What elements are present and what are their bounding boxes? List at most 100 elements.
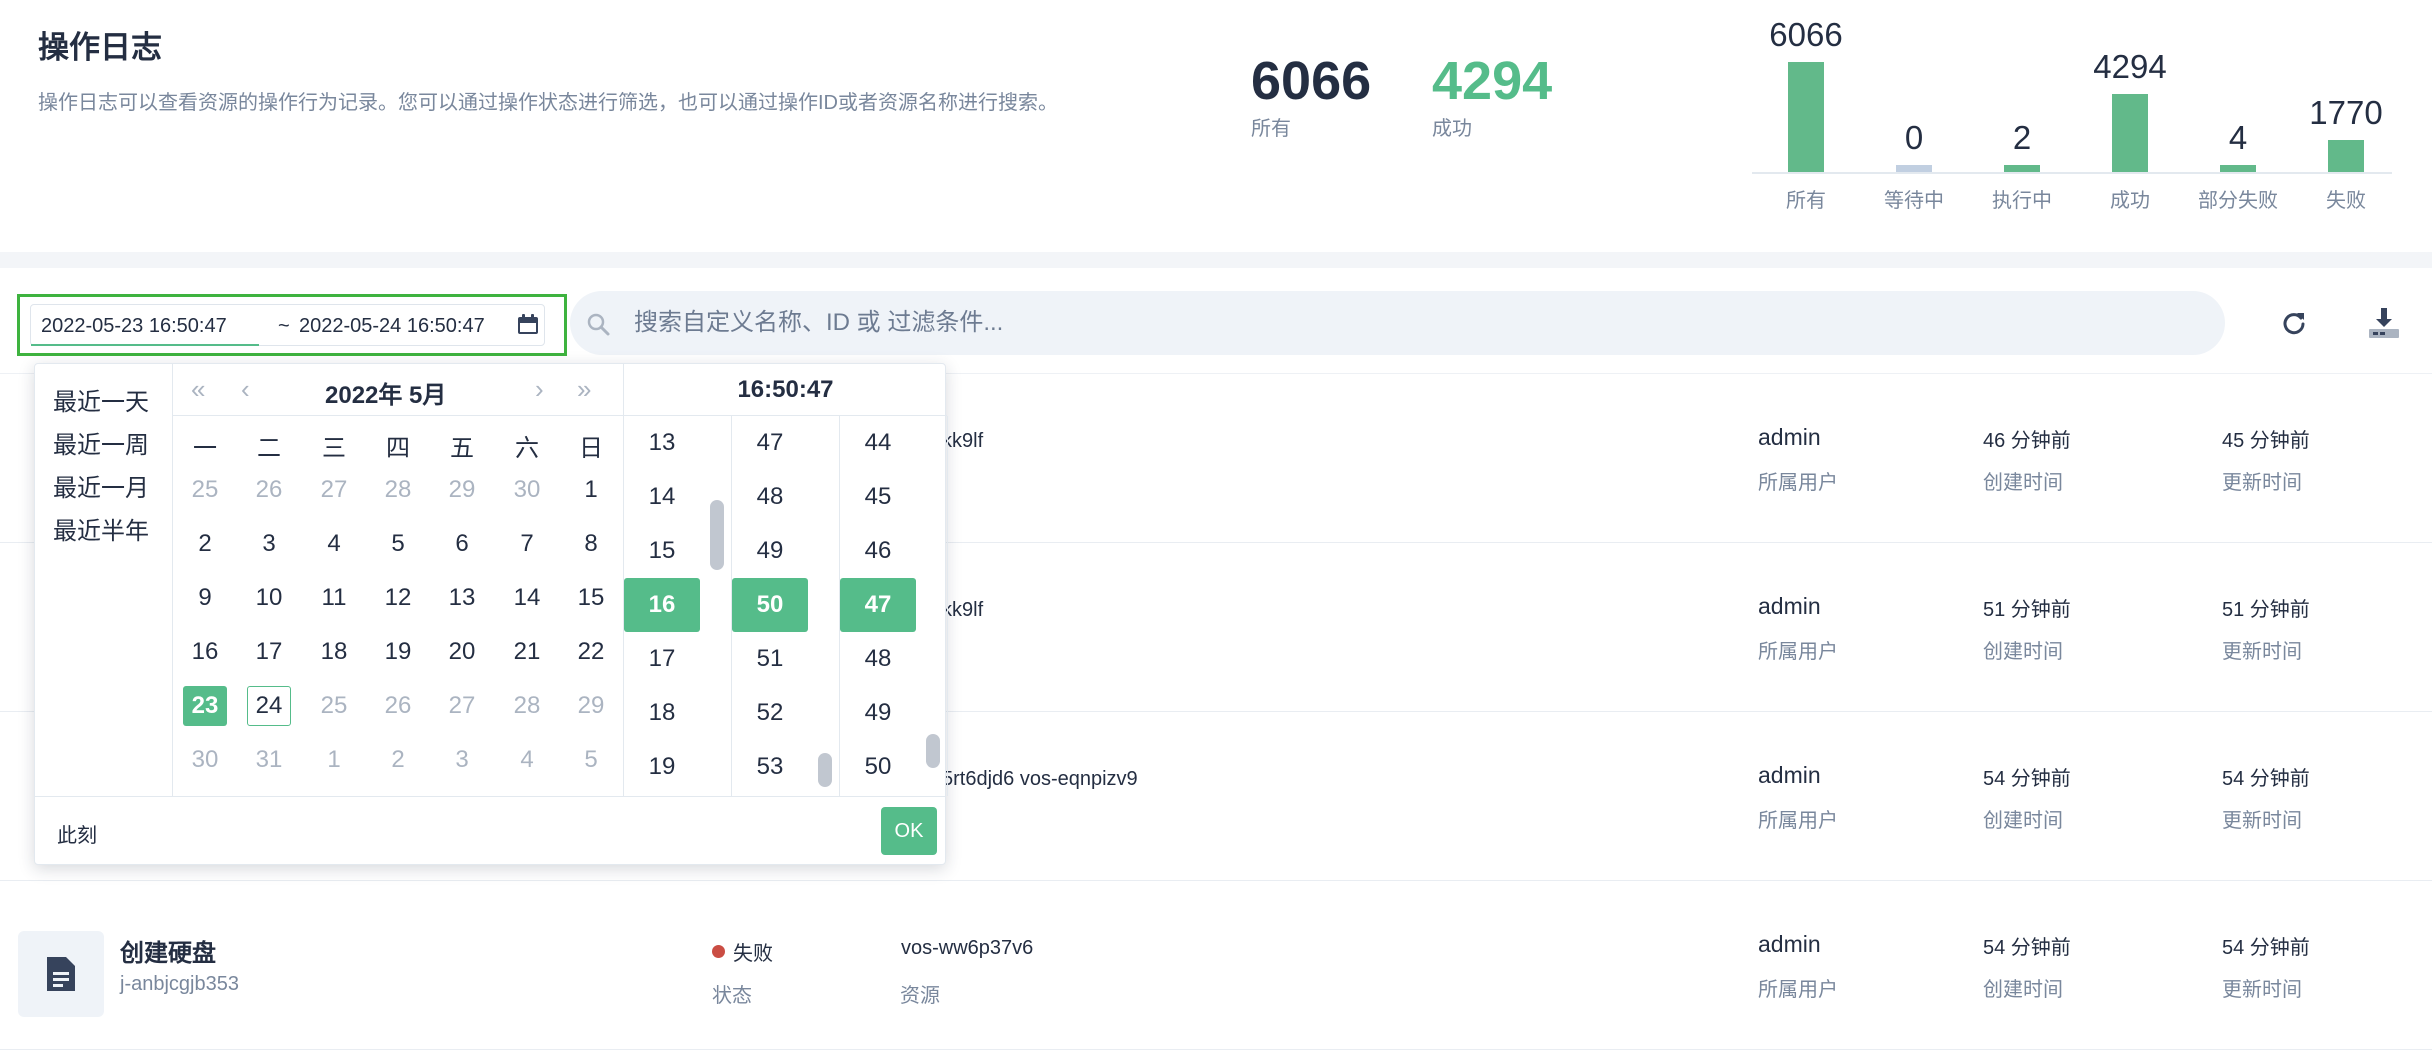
calendar-day[interactable]: 17: [247, 632, 291, 672]
scrollbar-thumb[interactable]: [710, 500, 724, 570]
calendar-day[interactable]: 13: [440, 578, 484, 618]
next-year-icon[interactable]: »: [577, 374, 591, 405]
time-option[interactable]: 47: [840, 578, 916, 632]
time-option[interactable]: 50: [732, 578, 808, 632]
time-option[interactable]: 46: [840, 524, 916, 578]
date-range-picker[interactable]: 2022-05-23 16:50:47 ~ 2022-05-24 16:50:4…: [17, 294, 567, 356]
hour-column[interactable]: 13 14 15 16 17 18 19: [624, 416, 732, 796]
calendar-day[interactable]: 3: [440, 740, 484, 780]
calendar-day[interactable]: 23: [183, 686, 227, 726]
calendar-day[interactable]: 4: [505, 740, 549, 780]
calendar-day[interactable]: 18: [312, 632, 356, 672]
calendar-day[interactable]: 8: [569, 524, 613, 564]
calendar-day[interactable]: 15: [569, 578, 613, 618]
calendar-day[interactable]: 6: [440, 524, 484, 564]
time-option[interactable]: 50: [840, 740, 916, 794]
calendar-day[interactable]: 26: [247, 470, 291, 510]
time-option[interactable]: 53: [732, 740, 808, 794]
date-end[interactable]: 2022-05-24 16:50:47: [299, 315, 485, 338]
calendar-day[interactable]: 1: [312, 740, 356, 780]
calendar-day[interactable]: 22: [569, 632, 613, 672]
calendar-day[interactable]: 10: [247, 578, 291, 618]
shortcut-item[interactable]: 最近一天: [53, 382, 149, 417]
calendar-day[interactable]: 27: [440, 686, 484, 726]
time-option[interactable]: 13: [624, 416, 700, 470]
ok-button[interactable]: OK: [881, 807, 937, 855]
calendar-day[interactable]: 3: [247, 524, 291, 564]
calendar-day[interactable]: 16: [183, 632, 227, 672]
calendar-day[interactable]: 25: [312, 686, 356, 726]
calendar-day[interactable]: 30: [183, 740, 227, 780]
shortcut-item[interactable]: 最近一月: [53, 468, 149, 503]
time-option[interactable]: 49: [732, 524, 808, 578]
time-option[interactable]: 19: [624, 740, 700, 794]
bar-column[interactable]: 0 等待中: [1860, 0, 1968, 215]
resource-name[interactable]: kk9lf: [942, 430, 983, 453]
operation-name[interactable]: 创建硬盘: [120, 933, 216, 968]
time-option[interactable]: 14: [624, 470, 700, 524]
calendar-day[interactable]: 2: [376, 740, 420, 780]
calendar-day[interactable]: 11: [312, 578, 356, 618]
time-option[interactable]: 51: [732, 632, 808, 686]
download-button[interactable]: [2364, 303, 2404, 343]
calendar-day[interactable]: 25: [183, 470, 227, 510]
calendar-day[interactable]: 26: [376, 686, 420, 726]
bar-column[interactable]: 4 部分失败: [2184, 0, 2292, 215]
second-column[interactable]: 44 45 46 47 48 49 50: [840, 416, 948, 796]
calendar-day[interactable]: 24: [247, 686, 291, 726]
calendar-day[interactable]: 29: [440, 470, 484, 510]
calendar-day[interactable]: 2: [183, 524, 227, 564]
calendar-day[interactable]: 7: [505, 524, 549, 564]
calendar-day[interactable]: 5: [569, 740, 613, 780]
date-range-input[interactable]: 2022-05-23 16:50:47 ~ 2022-05-24 16:50:4…: [30, 304, 545, 346]
time-option[interactable]: 52: [732, 686, 808, 740]
time-option[interactable]: 44: [840, 416, 916, 470]
shortcut-item[interactable]: 最近一周: [53, 425, 149, 460]
shortcut-item[interactable]: 最近半年: [53, 511, 149, 546]
time-option[interactable]: 45: [840, 470, 916, 524]
calendar-day[interactable]: 9: [183, 578, 227, 618]
resource-name[interactable]: 5rt6djd6 vos-eqnpizv9: [942, 768, 1138, 791]
bar-column[interactable]: 4294 成功: [2076, 0, 2184, 215]
calendar-day[interactable]: 28: [505, 686, 549, 726]
calendar-day[interactable]: 28: [376, 470, 420, 510]
calendar-day[interactable]: 27: [312, 470, 356, 510]
scrollbar-thumb[interactable]: [818, 753, 832, 787]
time-option[interactable]: 15: [624, 524, 700, 578]
search-input[interactable]: [634, 305, 2134, 341]
minute-column[interactable]: 47 48 49 50 51 52 53: [732, 416, 840, 796]
calendar-day[interactable]: 29: [569, 686, 613, 726]
calendar-day[interactable]: 12: [376, 578, 420, 618]
now-button[interactable]: 此刻: [57, 819, 97, 848]
prev-year-icon[interactable]: «: [191, 374, 205, 405]
time-option[interactable]: 17: [624, 632, 700, 686]
bar-column[interactable]: 2 执行中: [1968, 0, 2076, 215]
calendar-day[interactable]: 30: [505, 470, 549, 510]
prev-month-icon[interactable]: ‹: [241, 374, 250, 405]
resource-name[interactable]: kk9lf: [942, 599, 983, 622]
list-item[interactable]: 创建硬盘 j-anbjcgjb353 失败 状态 vos-ww6p37v6 资源…: [0, 881, 2432, 1050]
bar-column[interactable]: 6066 所有: [1752, 0, 1860, 215]
calendar-icon[interactable]: [516, 313, 540, 337]
calendar-day[interactable]: 31: [247, 740, 291, 780]
calendar-day[interactable]: 21: [505, 632, 549, 672]
time-option[interactable]: 49: [840, 686, 916, 740]
time-option[interactable]: 16: [624, 578, 700, 632]
time-option[interactable]: 48: [732, 470, 808, 524]
bar-column[interactable]: 1770 失败: [2292, 0, 2400, 215]
resource-name[interactable]: vos-ww6p37v6: [901, 937, 1033, 960]
search-bar[interactable]: [570, 291, 2225, 355]
calendar-day[interactable]: 14: [505, 578, 549, 618]
calendar-day[interactable]: 20: [440, 632, 484, 672]
time-option[interactable]: 47: [732, 416, 808, 470]
date-start[interactable]: 2022-05-23 16:50:47: [41, 315, 227, 338]
scrollbar-thumb[interactable]: [926, 734, 940, 768]
calendar-day[interactable]: 4: [312, 524, 356, 564]
next-month-icon[interactable]: ›: [535, 374, 544, 405]
time-option[interactable]: 18: [624, 686, 700, 740]
calendar-day[interactable]: 1: [569, 470, 613, 510]
calendar-day[interactable]: 5: [376, 524, 420, 564]
time-option[interactable]: 48: [840, 632, 916, 686]
calendar-day[interactable]: 19: [376, 632, 420, 672]
refresh-button[interactable]: [2274, 303, 2314, 343]
